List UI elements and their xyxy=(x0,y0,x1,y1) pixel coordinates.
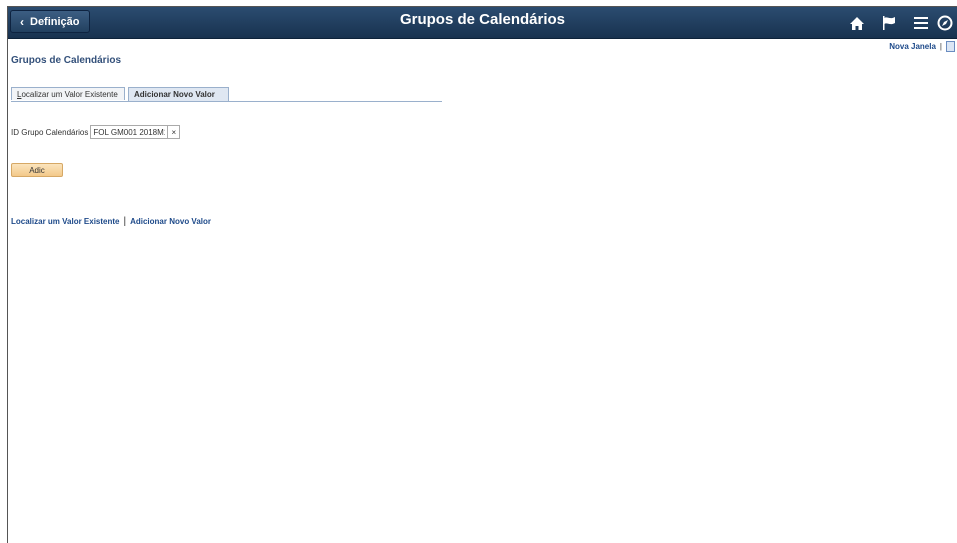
link-find-existing[interactable]: Localizar um Valor Existente xyxy=(11,217,119,226)
page-title: Grupos de Calendários xyxy=(11,55,122,66)
new-window-link[interactable]: Nova Janela xyxy=(889,42,936,51)
header-actions xyxy=(841,12,957,34)
id-field-label: ID Grupo Calendários xyxy=(11,127,89,137)
add-button[interactable]: Adic xyxy=(11,163,63,177)
footer-links: Localizar um Valor Existente | Adicionar… xyxy=(11,216,211,227)
navbar-icon[interactable] xyxy=(937,12,957,34)
app-frame: ‹ Definição Grupos de Calendários Nova J… xyxy=(7,6,957,543)
home-icon[interactable] xyxy=(841,12,873,34)
new-window-bar: Nova Janela | xyxy=(889,41,955,52)
menu-icon[interactable] xyxy=(905,12,937,34)
id-field-row: ID Grupo Calendários × xyxy=(11,125,181,139)
header-title: Grupos de Calendários xyxy=(399,11,566,28)
tab-add-new-label: Adicionar Novo Valor xyxy=(134,90,215,99)
clear-icon[interactable]: × xyxy=(168,125,181,139)
tab-bar: Localizar um Valor Existente Adicionar N… xyxy=(11,87,442,102)
page-icon[interactable] xyxy=(946,41,955,52)
tab-add-new[interactable]: Adicionar Novo Valor xyxy=(128,87,229,101)
flag-icon[interactable] xyxy=(873,12,905,34)
separator: | xyxy=(123,216,127,227)
link-add-new[interactable]: Adicionar Novo Valor xyxy=(130,217,211,226)
header-bar: ‹ Definição Grupos de Calendários xyxy=(8,7,957,39)
id-field-input[interactable] xyxy=(90,125,169,139)
separator: | xyxy=(939,42,942,51)
tab-find-existing[interactable]: Localizar um Valor Existente xyxy=(11,87,125,100)
tab-find-existing-label: Localizar um Valor Existente xyxy=(17,89,118,99)
